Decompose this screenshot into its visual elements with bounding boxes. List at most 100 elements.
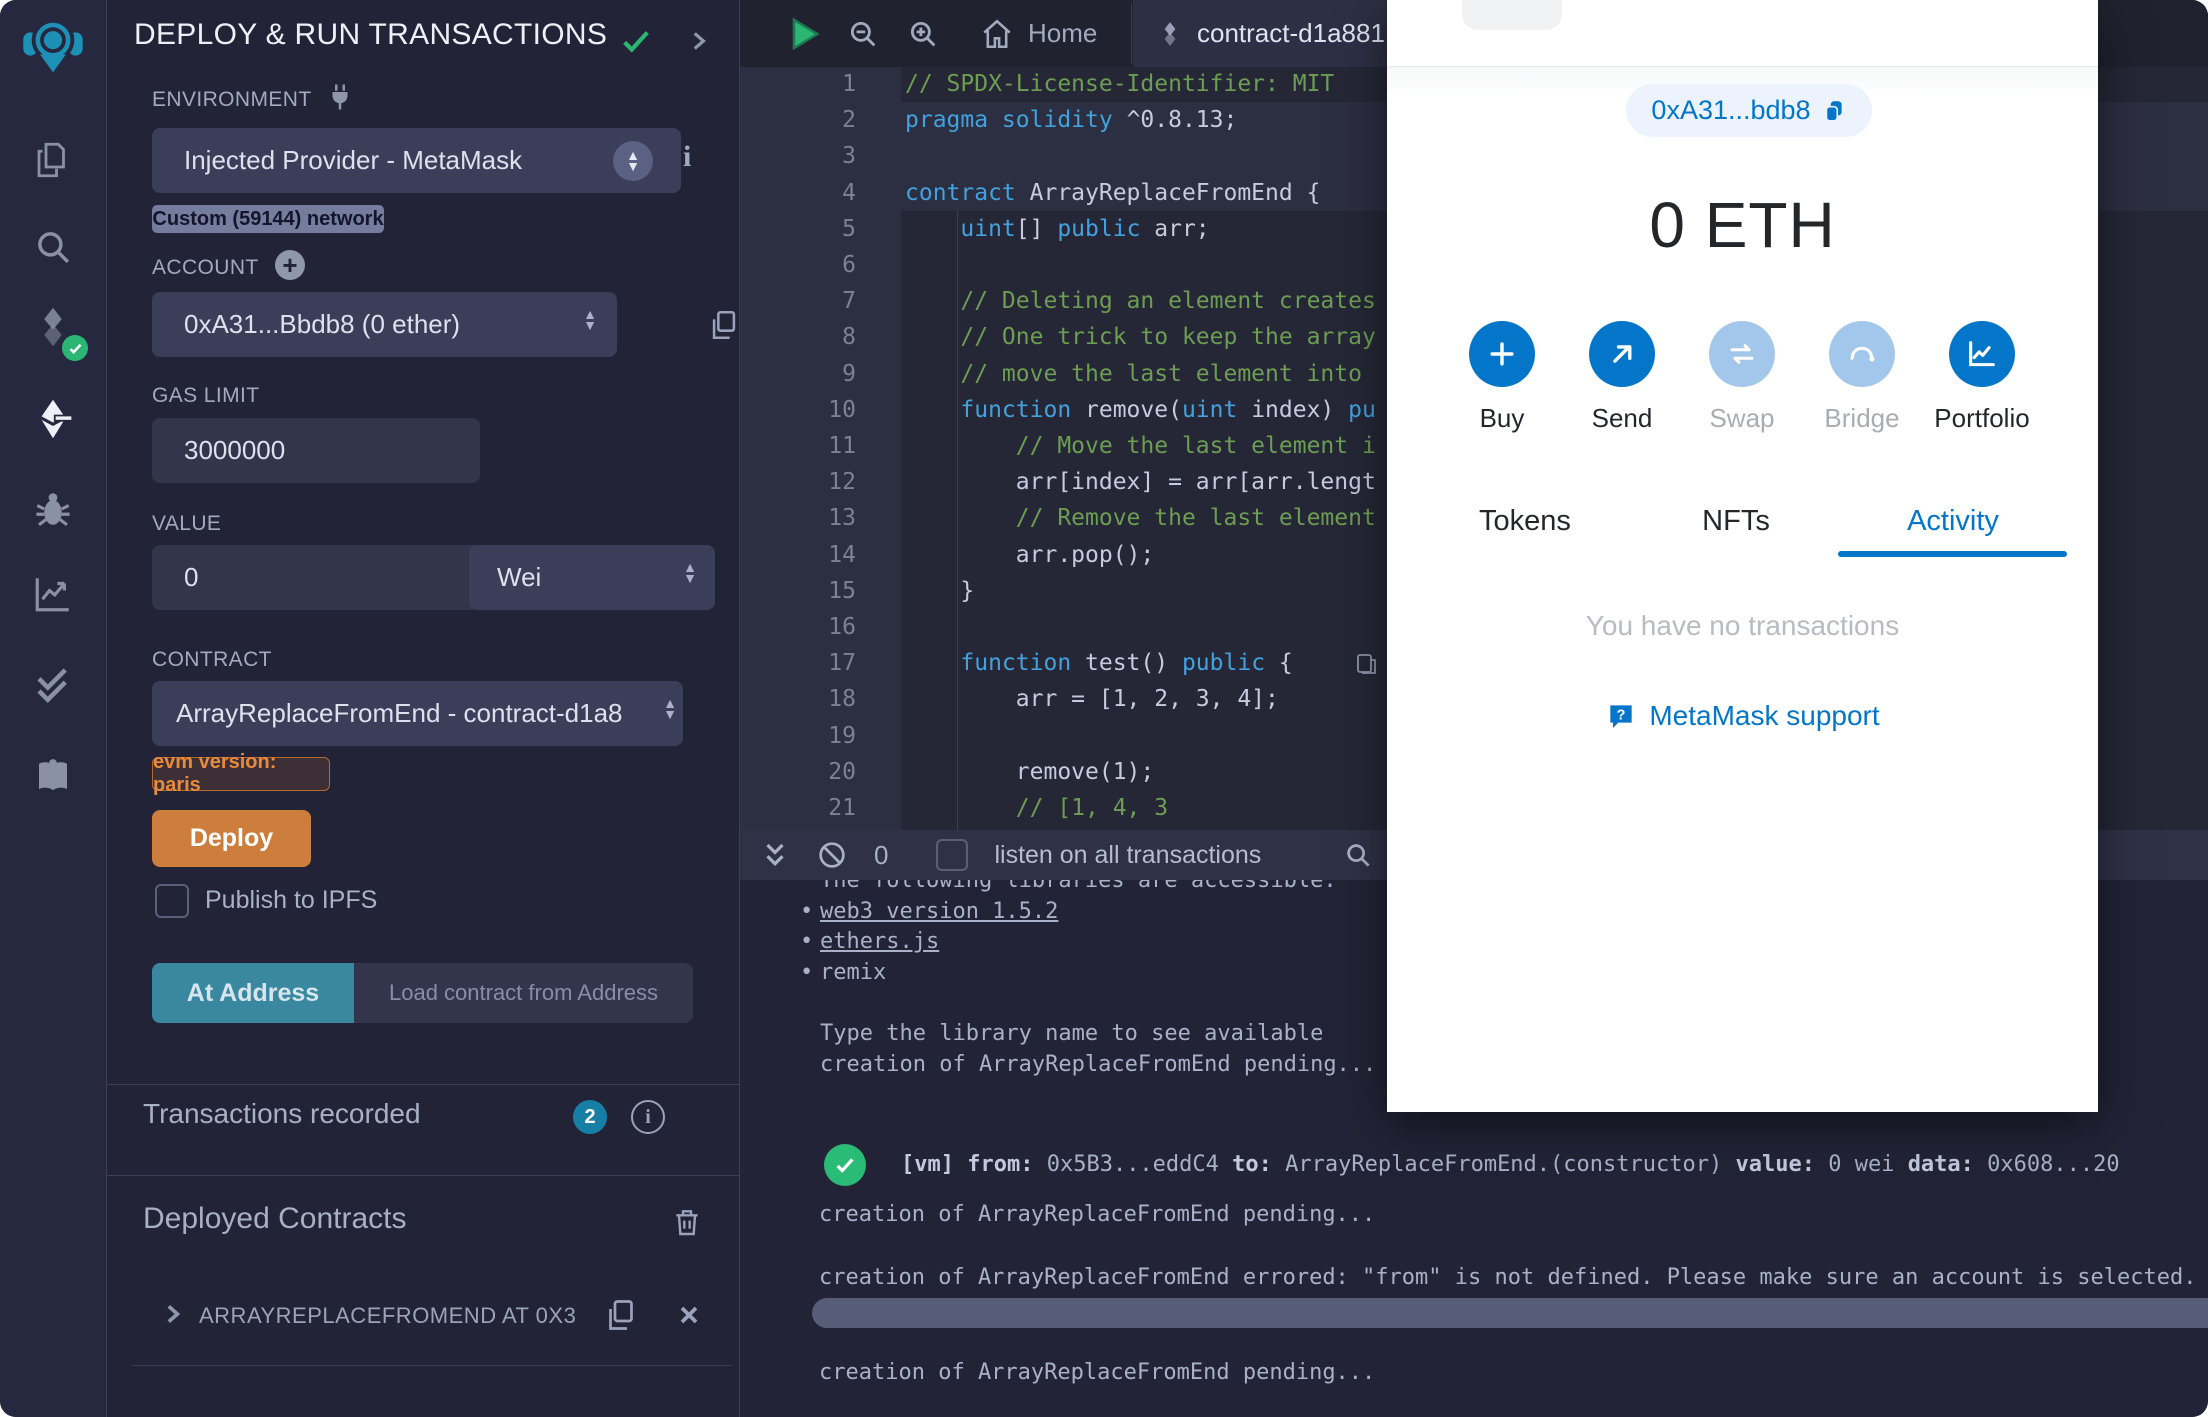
section-divider: [107, 1175, 739, 1176]
file-explorer-icon[interactable]: [0, 124, 106, 196]
contract-expand-chevron-icon[interactable]: [159, 1301, 185, 1327]
support-label: MetaMask support: [1649, 700, 1880, 731]
account-select[interactable]: 0xA31...Bbdb8 (0 ether) ▲ ▼: [152, 292, 617, 357]
no-transactions-message: You have no transactions: [1585, 610, 1900, 641]
gas-limit-label: GAS LIMIT: [152, 384, 260, 407]
environment-select[interactable]: Injected Provider - MetaMask ▲ ▼: [152, 128, 681, 193]
run-function-icon[interactable]: [1354, 652, 1378, 676]
value-amount: 0: [184, 562, 199, 592]
value-unit-select[interactable]: Wei ▲ ▼: [469, 545, 715, 610]
copy-account-icon[interactable]: [707, 308, 741, 342]
tab-tokens[interactable]: Tokens: [1425, 505, 1625, 538]
tab-home-label: Home: [1028, 18, 1098, 48]
account-value: 0xA31...Bbdb8 (0 ether): [184, 309, 461, 339]
action-label: Bridge: [1824, 403, 1900, 433]
unit-testing-icon[interactable]: [0, 648, 106, 720]
eth-balance: 0 ETH: [1649, 189, 1836, 261]
at-address-input[interactable]: Load contract from Address: [354, 963, 693, 1023]
portfolio-button[interactable]: Portfolio: [1922, 321, 2042, 434]
panel-title: DEPLOY & RUN TRANSACTIONS: [134, 18, 608, 51]
run-script-icon[interactable]: [784, 14, 824, 54]
at-address-button[interactable]: At Address: [152, 963, 354, 1023]
publish-ipfs-checkbox[interactable]: [155, 884, 189, 918]
value-unit: Wei: [497, 562, 542, 592]
terminal-link-line[interactable]: • ethers.js: [800, 929, 939, 954]
bridge-button: Bridge: [1802, 321, 1922, 434]
buy-button[interactable]: Buy: [1442, 321, 1562, 434]
contract-select[interactable]: ArrayReplaceFromEnd - contract-d1a8 ▲ ▼: [152, 681, 683, 746]
panel-pin-chevron-icon[interactable]: [685, 28, 711, 54]
tab-contract-label: contract-d1a881...: [1197, 18, 1407, 48]
spacer: [650, 1102, 676, 1128]
deploy-button[interactable]: Deploy: [152, 810, 311, 867]
metamask-network-pill[interactable]: [1462, 0, 1562, 30]
action-label: Send: [1591, 403, 1653, 433]
send-icon: [1589, 321, 1655, 387]
swap-button: Swap: [1682, 321, 1802, 434]
plus-icon: [1469, 321, 1535, 387]
clear-console-icon[interactable]: [816, 839, 848, 871]
listen-transactions-label: listen on all transactions: [994, 840, 1262, 869]
send-button[interactable]: Send: [1562, 321, 1682, 434]
portfolio-icon: [1949, 321, 2015, 387]
environment-value: Injected Provider - MetaMask: [184, 145, 523, 175]
value-label: VALUE: [152, 512, 222, 535]
solidity-compiler-icon[interactable]: [0, 291, 106, 363]
value-input[interactable]: 0: [152, 545, 480, 610]
listen-transactions-checkbox[interactable]: [936, 839, 969, 871]
remove-contract-icon[interactable]: [675, 1301, 703, 1329]
copy-address-icon: [1825, 100, 1842, 122]
terminal-search-icon[interactable]: [1343, 840, 1373, 870]
deployed-contract-row[interactable]: ARRAYREPLACEFROMEND AT 0X3: [107, 1295, 739, 1337]
terminal-badge: 0: [874, 839, 889, 870]
remix-ide-window: DEPLOY & RUN TRANSACTIONS ENVIRONMENT In…: [0, 0, 2208, 1417]
copy-contract-icon[interactable]: [603, 1297, 639, 1333]
terminal-line: creation of ArrayReplaceFromEnd errored:…: [819, 1265, 2208, 1290]
terminal-link-line[interactable]: • web3 version 1.5.2: [800, 899, 1058, 924]
deployed-contracts-title: Deployed Contracts: [143, 1202, 407, 1235]
contract-value: ArrayReplaceFromEnd - contract-d1a8: [176, 698, 623, 728]
terminal-line: • remix: [800, 959, 887, 985]
terminal-horizontal-scrollbar[interactable]: [812, 1298, 2208, 1328]
home-icon: [983, 19, 1011, 48]
tab-separator: [1131, 4, 1132, 64]
remix-logo[interactable]: [0, 8, 106, 80]
transactions-recorded-label: Transactions recorded: [143, 1098, 421, 1129]
network-badge: Custom (59144) network: [152, 205, 384, 233]
debugger-icon[interactable]: [0, 473, 106, 545]
plugin-book-icon[interactable]: [0, 741, 106, 813]
collapse-terminal-icon[interactable]: [760, 840, 790, 870]
environment-info-icon[interactable]: i: [683, 140, 691, 174]
tab-activity[interactable]: Activity: [1853, 505, 2053, 538]
bridge-icon: [1829, 321, 1895, 387]
plug-icon[interactable]: [325, 82, 355, 112]
static-analysis-icon[interactable]: [0, 558, 106, 630]
support-question-icon: ?: [1610, 705, 1632, 728]
terminal-line: creation of ArrayReplaceFromEnd pending.…: [820, 1051, 1377, 1077]
icon-rail: [0, 0, 107, 1417]
tab-home[interactable]: Home: [980, 0, 1097, 67]
action-label: Swap: [1709, 403, 1775, 433]
deployed-contract-label: ARRAYREPLACEFROMEND AT 0X3: [199, 1303, 577, 1328]
account-address-pill[interactable]: 0xA31...bdb8: [1626, 84, 1872, 137]
metamask-support-link[interactable]: ? MetaMask support: [1387, 700, 2098, 732]
terminal-line: creation of ArrayReplaceFromEnd pending.…: [819, 1202, 1376, 1227]
compile-success-badge: [62, 335, 88, 361]
zoom-out-icon[interactable]: [846, 17, 880, 51]
tab-nfts[interactable]: NFTs: [1636, 505, 1836, 538]
contract-label: CONTRACT: [152, 648, 272, 671]
trash-icon[interactable]: [671, 1206, 703, 1238]
terminal-line: creation of ArrayReplaceFromEnd pending.…: [819, 1360, 1376, 1385]
action-label: Buy: [1479, 403, 1525, 433]
terminal-line: Type the library name to see available: [820, 1021, 1324, 1046]
account-label: ACCOUNT: [152, 256, 259, 279]
zoom-in-icon[interactable]: [906, 17, 940, 51]
panel-check-icon: [623, 31, 649, 53]
vm-transaction-line[interactable]: [vm] from: 0x5B3...eddC4 to: ArrayReplac…: [901, 1152, 2120, 1177]
publish-ipfs-label: Publish to IPFS: [205, 886, 378, 914]
add-account-icon[interactable]: +: [275, 250, 305, 280]
gas-limit-input[interactable]: 3000000: [152, 418, 480, 483]
deploy-run-icon[interactable]: [0, 383, 106, 455]
search-icon[interactable]: [0, 211, 106, 283]
